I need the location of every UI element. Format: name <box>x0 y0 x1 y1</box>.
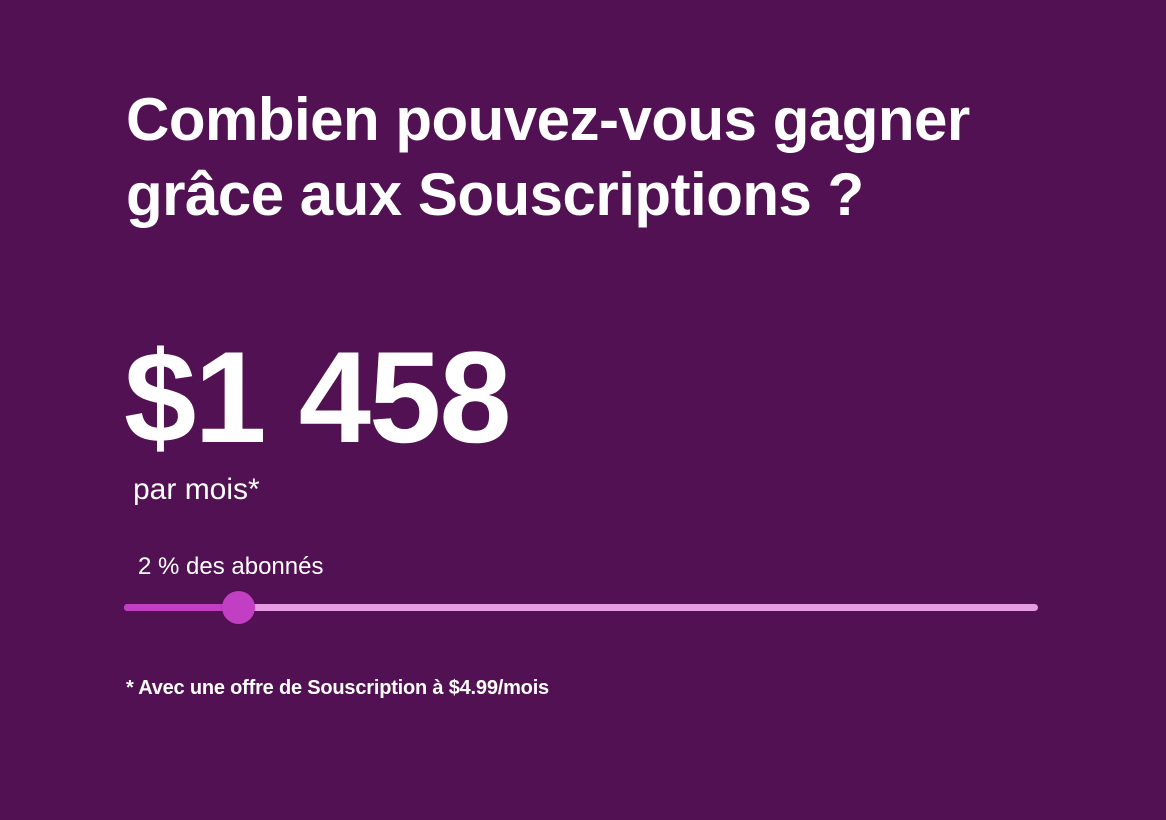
subscriber-percent-label: 2 % des abonnés <box>138 553 324 580</box>
slider-track[interactable] <box>124 604 1038 611</box>
earnings-period-label: par mois* <box>133 473 260 506</box>
page-title-line-1: Combien pouvez-vous gagner <box>126 86 970 153</box>
page-title-line-2: grâce aux Souscriptions ? <box>126 161 864 228</box>
earnings-calculator-card: Combien pouvez-vous gagner grâce aux Sou… <box>0 0 1166 820</box>
slider-fill <box>124 604 239 611</box>
pricing-footnote: * Avec une offre de Souscription à $4.99… <box>126 677 549 699</box>
earnings-amount: $1 458 <box>124 324 512 470</box>
subscriber-percent-slider[interactable] <box>124 590 1038 624</box>
page-title: Combien pouvez-vous gagner grâce aux Sou… <box>126 82 1086 232</box>
slider-thumb[interactable] <box>222 591 256 624</box>
